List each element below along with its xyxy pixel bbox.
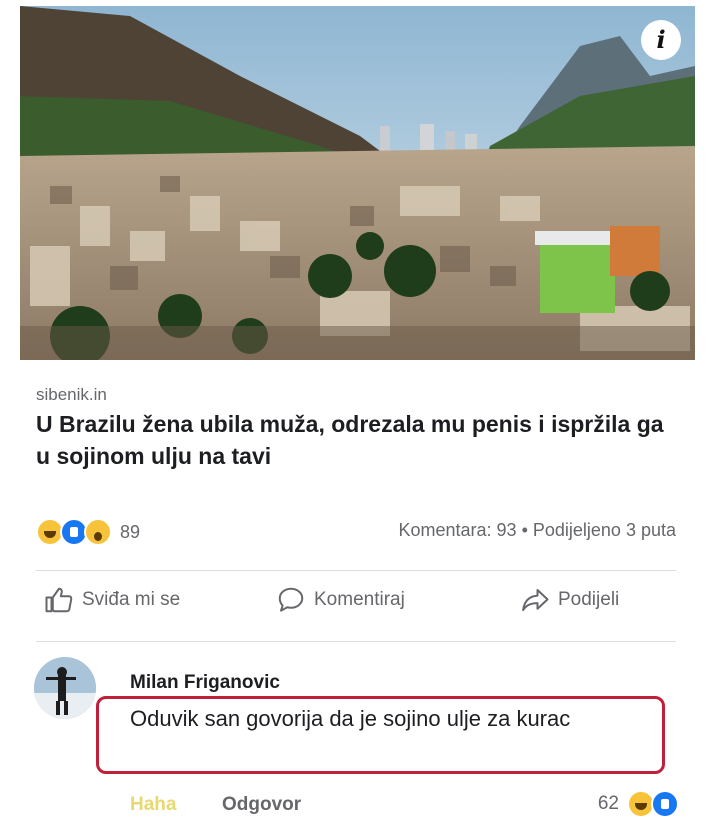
comment-bubble-icon xyxy=(278,587,304,612)
post-stats: 89 Komentara: 93 • Podijeljeno 3 puta xyxy=(36,518,676,548)
article-source[interactable]: sibenik.in xyxy=(36,385,107,405)
comment-reaction-summary[interactable]: 62 xyxy=(597,790,679,818)
divider xyxy=(36,570,676,571)
post-actions: Sviđa mi se Komentiraj Podijeli xyxy=(36,585,676,629)
like-button[interactable]: Sviđa mi se xyxy=(44,585,180,615)
info-icon[interactable]: i xyxy=(641,20,681,60)
comment-text: Oduvik san govorija da je sojino ulje za… xyxy=(130,706,571,731)
comment-button-label: Komentiraj xyxy=(314,589,405,610)
comment-button[interactable]: Komentiraj xyxy=(276,585,405,615)
article-headline[interactable]: U Brazilu žena ubila muža, odrezala mu p… xyxy=(36,408,676,472)
share-arrow-icon xyxy=(522,589,549,611)
avatar-photo xyxy=(34,657,96,719)
wow-reaction-icon xyxy=(84,518,112,546)
divider xyxy=(36,641,676,642)
reply-button[interactable]: Odgovor xyxy=(222,794,301,816)
like-reaction-icon xyxy=(651,790,679,818)
comment-reaction-count: 62 xyxy=(597,793,619,814)
favela-landscape xyxy=(20,6,695,360)
reaction-summary[interactable]: 89 xyxy=(36,518,140,546)
share-button-label: Podijeli xyxy=(558,589,620,610)
share-button[interactable]: Podijeli xyxy=(520,585,619,615)
thumbs-up-icon xyxy=(45,587,73,613)
reaction-count: 89 xyxy=(120,521,141,542)
comment-author[interactable]: Milan Friganovic xyxy=(130,672,280,694)
comments-shares-count[interactable]: Komentara: 93 • Podijeljeno 3 puta xyxy=(399,520,677,541)
like-button-label: Sviđa mi se xyxy=(82,589,181,610)
haha-reaction-button[interactable]: Haha xyxy=(130,794,176,816)
avatar[interactable] xyxy=(34,657,96,719)
article-image[interactable]: i xyxy=(20,6,695,360)
